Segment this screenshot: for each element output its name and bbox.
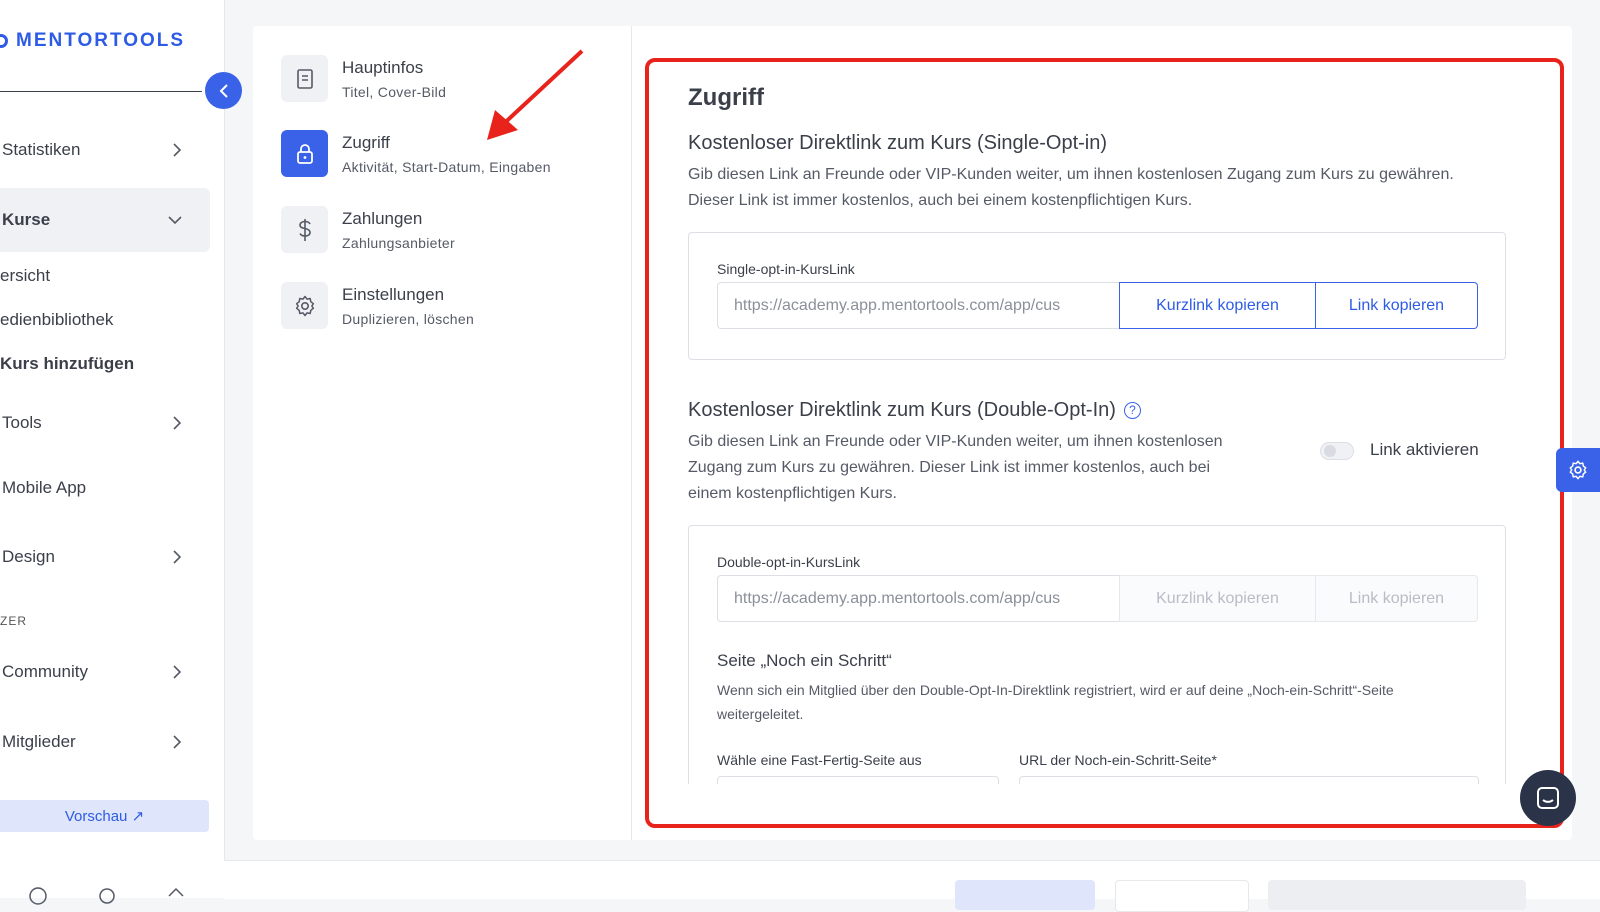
sidebar-subitem-overview[interactable]: ersicht (0, 266, 50, 286)
gear-icon (1569, 460, 1587, 480)
sidebar-item-community[interactable]: Community (0, 650, 210, 694)
subnav-item-zahlungen[interactable]: Zahlungen Zahlungsanbieter (281, 206, 455, 253)
dollar-icon (281, 206, 328, 253)
chevron-right-icon (173, 735, 182, 749)
logo-text: MENTORTOOLS (16, 30, 186, 51)
sidebar-item-kurse[interactable]: Kurse (0, 188, 210, 252)
step-page-title: Seite „Noch ein Schritt“ (717, 651, 892, 670)
double-opt-in-description: Gib diesen Link an Freunde oder VIP-Kund… (688, 433, 1223, 502)
sidebar-item-label: Mobile App (2, 478, 87, 497)
section-caption: ZER (0, 614, 27, 628)
lock-icon (281, 130, 328, 177)
home-icon[interactable] (166, 886, 186, 906)
double-copy-shortlink-button[interactable]: Kurzlink kopieren (1119, 575, 1316, 622)
preview-button[interactable]: Vorschau ↗ (0, 800, 209, 832)
chat-support-button[interactable] (1520, 770, 1576, 826)
subnav-title: Hauptinfos (342, 58, 424, 77)
sidebar-item-mobile-app[interactable]: Mobile App (0, 466, 210, 510)
chevron-left-icon (219, 83, 228, 98)
single-copy-shortlink-button[interactable]: Kurzlink kopieren (1119, 282, 1316, 329)
chevron-right-icon (173, 550, 182, 564)
sidebar-item-statistiken[interactable]: Statistiken (0, 128, 210, 172)
collapse-sidebar-button[interactable] (205, 72, 242, 109)
sidebar-item-label: Design (2, 547, 55, 566)
divider (0, 91, 202, 92)
single-copy-link-button[interactable]: Link kopieren (1316, 282, 1478, 329)
single-opt-in-description: Gib diesen Link an Freunde oder VIP-Kund… (688, 166, 1454, 209)
sidebar-item-label: Kurse (2, 210, 51, 229)
course-settings-nav: Hauptinfos Titel, Cover-Bild Zugriff Akt… (253, 26, 632, 840)
help-icon[interactable] (28, 886, 48, 906)
fast-page-select[interactable] (717, 776, 999, 784)
access-settings-panel: Zugriff Kostenloser Direktlink zum Kurs … (688, 82, 1508, 784)
chevron-right-icon (173, 665, 182, 679)
settings-icon[interactable] (97, 886, 117, 906)
step-url-input[interactable] (1019, 776, 1479, 784)
select-page-label: Wähle eine Fast-Fertig-Seite aus (717, 752, 922, 768)
sidebar-item-label: Mitglieder (2, 732, 76, 751)
subnav-item-hauptinfos[interactable]: Hauptinfos Titel, Cover-Bild (281, 55, 446, 102)
help-icon[interactable]: ? (1123, 401, 1141, 419)
sidebar-subitem-media-library[interactable]: edienbibliothek (0, 310, 113, 330)
sidebar-item-label: Tools (2, 413, 42, 432)
sidebar-item-mitglieder[interactable]: Mitglieder (0, 720, 210, 764)
step-url-label: URL der Noch-ein-Schritt-Seite* (1019, 752, 1217, 768)
save-button[interactable] (1115, 880, 1249, 912)
sidebar-item-tools[interactable]: Tools (0, 401, 210, 445)
save-and-close-button[interactable] (1268, 880, 1526, 910)
single-opt-in-url-group: Kurzlink kopieren Link kopieren (717, 282, 1478, 329)
single-opt-in-title: Kostenloser Direktlink zum Kurs (Single-… (688, 132, 1108, 154)
subnav-title: Einstellungen (342, 285, 445, 304)
double-opt-in-url-input[interactable] (717, 575, 1119, 622)
double-copy-link-button[interactable]: Link kopieren (1316, 575, 1478, 622)
subnav-subtitle: Zahlungsanbieter (342, 235, 455, 251)
sidebar-item-design[interactable]: Design (0, 535, 210, 579)
double-opt-in-title: Kostenloser Direktlink zum Kurs (Double-… (688, 399, 1141, 422)
cancel-button[interactable] (955, 880, 1095, 910)
activate-link-label: Link aktivieren (1370, 440, 1479, 459)
subnav-title: Zahlungen (342, 209, 423, 228)
field-label: Single-opt-in-KursLink (717, 261, 855, 277)
side-settings-button[interactable] (1556, 448, 1600, 492)
book-icon (281, 55, 328, 102)
subnav-subtitle: Duplizieren, löschen (342, 311, 475, 327)
logo-mark-icon (0, 34, 8, 48)
subnav-subtitle: Aktivität, Start-Datum, Eingaben (342, 159, 551, 175)
double-opt-in-card: Double-opt-in-KursLink Kurzlink kopieren… (688, 525, 1506, 784)
annotation-arrow-icon (487, 49, 584, 140)
page-title: Zugriff (688, 84, 764, 111)
gear-icon (281, 282, 328, 329)
chevron-right-icon (173, 416, 182, 430)
sidebar-item-label: Statistiken (2, 140, 81, 159)
sidebar-subitem-add-course[interactable]: Kurs hinzufügen (0, 354, 134, 374)
logo[interactable]: MENTORTOOLS (0, 30, 185, 52)
chevron-down-icon (168, 216, 182, 225)
single-opt-in-url-input[interactable] (717, 282, 1119, 329)
chevron-right-icon (173, 143, 182, 157)
single-opt-in-card: Single-opt-in-KursLink Kurzlink kopieren… (688, 232, 1506, 360)
chat-icon (1537, 787, 1559, 809)
subnav-subtitle: Titel, Cover-Bild (342, 84, 447, 100)
main-sidebar: MENTORTOOLS Statistiken Kurse ersicht ed… (0, 0, 225, 905)
subnav-item-einstellungen[interactable]: Einstellungen Duplizieren, löschen (281, 282, 474, 329)
field-label: Double-opt-in-KursLink (717, 554, 861, 570)
activate-link-toggle[interactable] (1320, 442, 1354, 460)
toggle-knob (1324, 445, 1336, 457)
double-opt-in-url-group: Kurzlink kopieren Link kopieren (717, 575, 1478, 622)
step-page-description: Wenn sich ein Mitglied über den Double-O… (717, 682, 1394, 722)
sidebar-item-label: Community (2, 662, 88, 681)
double-opt-in-title-text: Kostenloser Direktlink zum Kurs (Double-… (688, 399, 1116, 421)
